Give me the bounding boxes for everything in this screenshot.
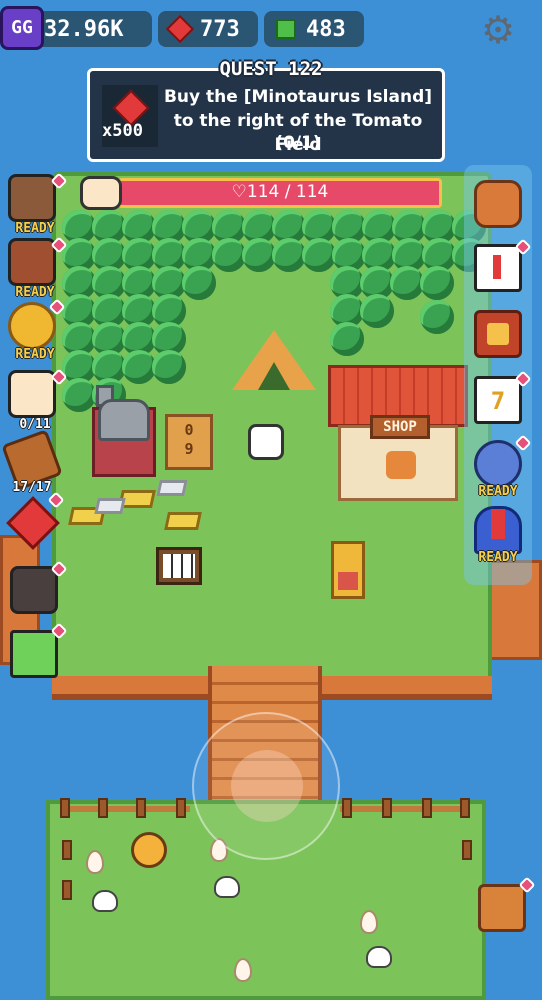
egg[interactable] — [360, 910, 378, 934]
tree-helper-button[interactable]: READY — [8, 298, 66, 362]
coal-ore-button[interactable] — [10, 560, 68, 614]
gem-counter: 773 — [158, 11, 258, 47]
crown-icon — [487, 323, 509, 345]
bear-helper-button[interactable]: READY — [8, 236, 68, 300]
health-bar: ♡114 / 114 — [118, 178, 442, 208]
counter-sign-top: 0 — [184, 421, 194, 439]
crafting-board[interactable] — [156, 547, 202, 585]
coin-value: 32.96K — [44, 16, 124, 42]
health-label: ♡114 / 114 — [231, 182, 329, 202]
quest-title: QUEST 122 — [219, 58, 323, 80]
tree[interactable] — [272, 238, 306, 272]
ranch-kid — [131, 832, 167, 868]
bear-helper-status: READY — [15, 285, 55, 300]
backpack-button[interactable] — [474, 180, 522, 228]
fence-post — [176, 798, 186, 818]
red-gem-icon — [165, 14, 195, 44]
heart-orb-status: READY — [478, 484, 518, 499]
green-block-button[interactable] — [10, 622, 68, 678]
fence-post — [342, 798, 352, 818]
player-avatar — [80, 176, 122, 210]
green-cube-icon — [276, 19, 296, 39]
egg[interactable] — [86, 850, 104, 874]
fence-post — [136, 798, 146, 818]
crown-book-button[interactable] — [474, 310, 522, 358]
fence-rail — [340, 806, 470, 812]
tree[interactable] — [212, 238, 246, 272]
settings-button[interactable]: ⚙ — [478, 10, 518, 50]
fence-post — [60, 798, 70, 818]
furnace-dome — [98, 399, 150, 441]
chicken — [214, 876, 240, 898]
fence-post — [62, 880, 72, 900]
gg-logo[interactable]: GG — [0, 6, 44, 50]
tent-door — [258, 362, 290, 390]
furnace[interactable] — [92, 385, 156, 477]
fence-post — [98, 798, 108, 818]
tree[interactable] — [330, 322, 364, 356]
fence-rail — [60, 806, 190, 812]
magnet-button[interactable] — [474, 506, 522, 554]
notification-dot — [518, 876, 536, 894]
tree[interactable] — [122, 350, 156, 384]
counter-sign-bottom: 9 — [184, 440, 194, 458]
calendar-button[interactable]: 7 — [474, 370, 532, 424]
silver-bar[interactable] — [156, 480, 188, 496]
cube-value: 483 — [306, 16, 346, 42]
quest-reward-count: x500 — [102, 121, 143, 141]
shop-sign: SHOP — [370, 415, 430, 439]
chicken — [366, 946, 392, 968]
shopkeeper-fox — [386, 451, 416, 479]
heart-orb-button[interactable] — [474, 434, 532, 488]
gem-value: 773 — [200, 16, 240, 42]
vending-machine[interactable] — [331, 541, 365, 599]
tree[interactable] — [390, 266, 424, 300]
tree[interactable] — [420, 300, 454, 334]
silver-bar[interactable] — [94, 498, 126, 514]
cube-counter: 483 — [264, 11, 364, 47]
fence-post — [422, 798, 432, 818]
tree[interactable] — [420, 266, 454, 300]
fence-post — [62, 840, 72, 860]
magnet-icon — [491, 509, 505, 539]
quest-progress: (0/1) — [275, 133, 321, 153]
gold-bar[interactable] — [164, 512, 202, 530]
fence-post — [460, 798, 470, 818]
raccoon-helper-status: READY — [15, 221, 55, 236]
fence-post — [382, 798, 392, 818]
counter-sign[interactable]: 0 9 — [165, 414, 213, 470]
tree[interactable] — [242, 238, 276, 272]
gear-icon: ⚙ — [480, 8, 516, 52]
tree[interactable] — [360, 294, 394, 328]
cat-helper-button[interactable]: 0/11 — [8, 368, 68, 432]
player-cat — [248, 424, 284, 460]
joystick-knob[interactable] — [231, 750, 303, 822]
quest-panel[interactable]: x500 Buy the [Minotaurus Island] to the … — [87, 68, 445, 162]
calendar-day: 7 — [490, 387, 506, 415]
tree[interactable] — [62, 378, 96, 412]
tree[interactable] — [182, 266, 216, 300]
egg[interactable] — [234, 958, 252, 982]
cat-helper-status: 0/11 — [19, 417, 51, 432]
magnet-status: READY — [478, 550, 518, 565]
tree[interactable] — [152, 350, 186, 384]
shop-building[interactable]: SHOP — [328, 365, 468, 503]
tree-helper-status: READY — [15, 347, 55, 362]
exclamation-icon — [493, 255, 501, 279]
fence-post — [462, 840, 472, 860]
treasure-chest-button[interactable] — [478, 876, 536, 932]
raccoon-helper-button[interactable]: READY — [8, 172, 68, 236]
chicken — [92, 890, 118, 912]
tree[interactable] — [302, 238, 336, 272]
notice-board-button[interactable] — [474, 238, 532, 292]
